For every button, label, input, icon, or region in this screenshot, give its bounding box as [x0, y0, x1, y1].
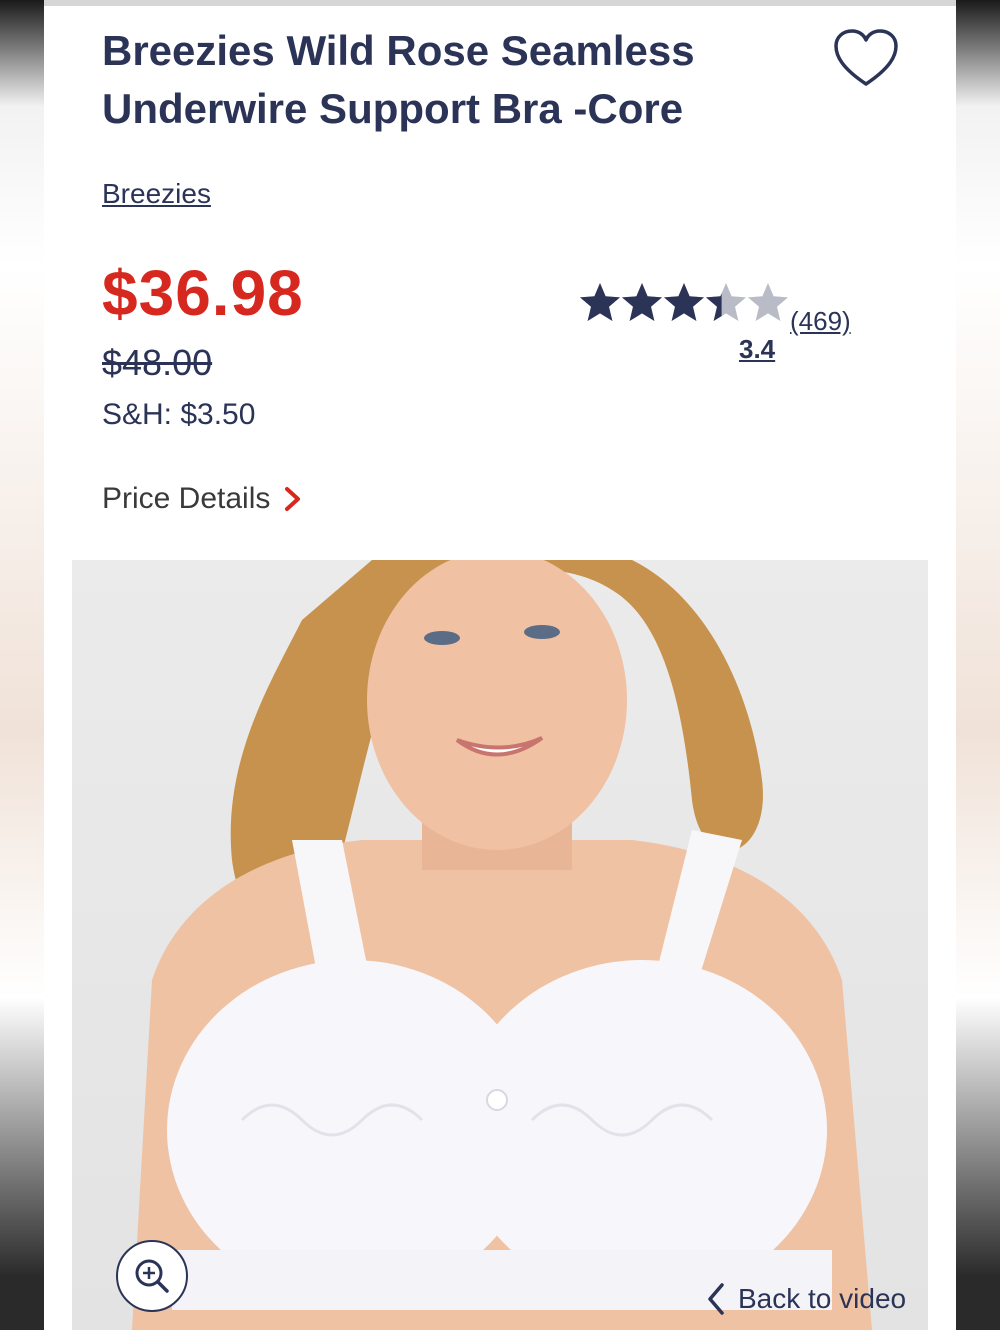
zoom-in-icon: [135, 1259, 169, 1293]
original-price: $48.00: [102, 342, 213, 383]
background-left: [0, 0, 44, 1330]
star-icon: [622, 283, 662, 321]
review-count-link[interactable]: (469): [790, 306, 851, 337]
product-photo-illustration: [132, 560, 872, 1330]
star-icon: [664, 283, 704, 321]
price-details-label: Price Details: [102, 482, 271, 515]
star-icon: [580, 283, 620, 321]
sale-price: $36.98: [102, 257, 304, 329]
shipping-cost: S&H: $3.50: [102, 398, 256, 431]
product-image[interactable]: Back to video: [72, 560, 928, 1330]
product-title: Breezies Wild Rose Seamless Underwire Su…: [102, 27, 695, 132]
header-divider: [44, 0, 956, 6]
background-right: [956, 0, 1000, 1330]
heart-icon[interactable]: [832, 28, 900, 90]
star-icon: [748, 283, 788, 321]
rating-value: 3.4: [739, 334, 776, 364]
price-details-button[interactable]: Price Details: [102, 482, 304, 516]
product-page: Breezies Wild Rose Seamless Underwire Su…: [44, 0, 956, 1330]
star-icon: [706, 283, 746, 321]
zoom-button[interactable]: [116, 1240, 188, 1312]
chevron-right-icon: [285, 487, 301, 511]
back-to-video-label: Back to video: [738, 1283, 907, 1314]
back-to-video-button[interactable]: Back to video: [706, 1282, 906, 1316]
chevron-left-icon: [708, 1283, 724, 1315]
star-rating[interactable]: [578, 280, 788, 324]
brand-link[interactable]: Breezies: [102, 178, 211, 210]
